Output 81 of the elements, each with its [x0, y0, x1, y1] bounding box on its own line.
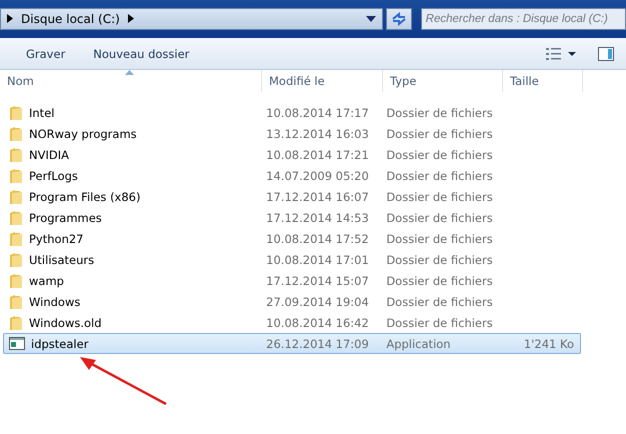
- file-name: Program Files (x86): [29, 190, 140, 204]
- file-row[interactable]: Program Files (x86) 17.12.2014 16:07 Dossier de fichiers: [3, 186, 581, 207]
- folder-icon: [9, 294, 23, 310]
- file-name: Python27: [29, 232, 84, 246]
- modified-date: 26.12.2014 17:09: [266, 336, 369, 350]
- modified-date: 10.08.2014 17:52: [266, 232, 369, 246]
- file-row[interactable]: PerfLogs 14.07.2009 05:20 Dossier de fichiers: [3, 165, 581, 186]
- file-type: Dossier de fichiers: [386, 106, 493, 120]
- file-type: Dossier de fichiers: [386, 294, 493, 308]
- refresh-button[interactable]: [386, 8, 412, 30]
- folder-icon: [9, 168, 23, 184]
- folder-icon: [9, 314, 23, 330]
- file-type: Dossier de fichiers: [386, 232, 493, 246]
- address-path[interactable]: Disque local (C:): [21, 12, 120, 26]
- file-type: Dossier de fichiers: [386, 190, 493, 204]
- caret-right-icon: [7, 14, 13, 23]
- file-size: 1'241 Ko: [524, 336, 574, 350]
- file-row[interactable]: Windows 27.09.2014 19:04 Dossier de fichiers: [3, 291, 581, 312]
- folder-icon: [9, 146, 23, 162]
- folder-icon: [9, 252, 23, 268]
- preview-pane-icon[interactable]: [598, 46, 614, 60]
- file-name: NVIDIA: [29, 148, 69, 162]
- file-name: Windows.old: [29, 316, 102, 330]
- file-row[interactable]: Utilisateurs 10.08.2014 17:01 Dossier de fichiers: [3, 249, 581, 270]
- column-label: Nom: [7, 74, 34, 88]
- file-name: wamp: [29, 274, 64, 288]
- column-label: Modifié le: [269, 74, 325, 88]
- column-header[interactable]: Nom: [0, 70, 262, 92]
- file-name: PerfLogs: [29, 168, 78, 182]
- file-row[interactable]: Windows.old 10.08.2014 16:42 Dossier de fichiers: [3, 312, 581, 333]
- file-row[interactable]: Programmes 17.12.2014 14:53 Dossier de fichiers: [3, 207, 581, 228]
- file-row[interactable]: idpstealer 26.12.2014 17:09 Application 1'241 Ko: [3, 333, 581, 354]
- file-type: Application: [386, 336, 451, 350]
- folder-icon: [9, 230, 23, 246]
- folder-icon: [9, 272, 23, 288]
- file-name: idpstealer: [31, 336, 88, 350]
- toolbar-button[interactable]: Graver: [14, 42, 78, 64]
- file-name: Programmes: [29, 210, 102, 224]
- toolbar-button[interactable]: Nouveau dossier: [81, 42, 202, 64]
- file-type: Dossier de fichiers: [386, 316, 493, 330]
- modified-date: 10.08.2014 17:17: [266, 106, 369, 120]
- modified-date: 10.08.2014 17:21: [266, 148, 369, 162]
- refresh-icon: [390, 12, 407, 26]
- column-header[interactable]: Type: [383, 70, 503, 92]
- modified-date: 17.12.2014 14:53: [266, 210, 369, 224]
- column-label: Type: [390, 74, 416, 88]
- file-type: Dossier de fichiers: [386, 274, 493, 288]
- file-name: Windows: [29, 294, 80, 308]
- modified-date: 10.08.2014 17:01: [266, 252, 369, 266]
- search-field[interactable]: Rechercher dans : Disque local (C:): [420, 8, 626, 30]
- modified-date: 13.12.2014 16:03: [266, 126, 369, 140]
- modified-date: 14.07.2009 05:20: [266, 168, 369, 182]
- caret-right-icon: [128, 14, 134, 23]
- application-icon: [9, 337, 25, 350]
- file-type: Dossier de fichiers: [386, 148, 493, 162]
- file-row[interactable]: Python27 10.08.2014 17:52 Dossier de fichiers: [3, 228, 581, 249]
- file-type: Dossier de fichiers: [386, 126, 493, 140]
- file-name: NORway programs: [29, 126, 137, 140]
- file-name: Utilisateurs: [29, 252, 94, 266]
- column-label: Taille: [510, 74, 539, 88]
- column-header[interactable]: Taille: [503, 70, 583, 92]
- folder-icon: [9, 188, 23, 204]
- modified-date: 17.12.2014 16:07: [266, 190, 369, 204]
- modified-date: 10.08.2014 16:42: [266, 316, 369, 330]
- address-bar[interactable]: Disque local (C:): [0, 8, 383, 30]
- view-options-icon[interactable]: [546, 48, 576, 60]
- folder-icon: [9, 210, 23, 226]
- folder-icon: [9, 104, 23, 120]
- file-type: Dossier de fichiers: [386, 252, 493, 266]
- folder-icon: [9, 126, 23, 142]
- file-row[interactable]: NORway programs 13.12.2014 16:03 Dossier de fichiers: [3, 123, 581, 144]
- file-row[interactable]: Intel 10.08.2014 17:17 Dossier de fichiers: [3, 102, 581, 123]
- file-type: Dossier de fichiers: [386, 168, 493, 182]
- modified-date: 27.09.2014 19:04: [266, 294, 369, 308]
- file-type: Dossier de fichiers: [386, 210, 493, 224]
- file-name: Intel: [29, 106, 54, 120]
- dropdown-icon[interactable]: [366, 16, 376, 22]
- file-row[interactable]: NVIDIA 10.08.2014 17:21 Dossier de fichiers: [3, 144, 581, 165]
- file-row[interactable]: wamp 17.12.2014 15:07 Dossier de fichiers: [3, 270, 581, 291]
- modified-date: 17.12.2014 15:07: [266, 274, 369, 288]
- column-header[interactable]: Modifié le: [262, 70, 383, 92]
